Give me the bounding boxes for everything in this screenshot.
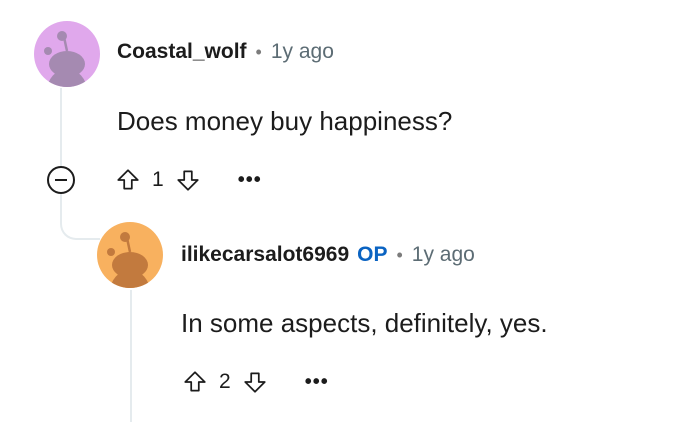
downvote-button[interactable] (241, 368, 269, 396)
upvote-arrow-icon (117, 169, 139, 190)
upvote-button[interactable] (114, 166, 142, 194)
downvote-arrow-icon (244, 372, 266, 393)
upvote-arrow-icon (184, 371, 206, 392)
more-options-icon[interactable]: ••• (238, 170, 262, 190)
timestamp[interactable]: 1y ago (412, 243, 475, 267)
vote-score: 1 (152, 168, 164, 191)
op-badge: OP (357, 243, 388, 266)
avatar[interactable] (97, 222, 163, 288)
reddit-snoo-avatar (97, 222, 163, 288)
comment-body: In some aspects, definitely, yes. (181, 308, 548, 338)
downvote-arrow-icon (177, 170, 199, 191)
comment-body: Does money buy happiness? (117, 106, 453, 136)
thread-connector (60, 194, 100, 240)
collapse-thread-button[interactable] (47, 166, 75, 194)
reddit-snoo-avatar (34, 21, 100, 87)
comment-meta: ilikecarsalot6969 OP • 1y ago (181, 243, 475, 267)
timestamp[interactable]: 1y ago (271, 40, 334, 64)
collapse-minus-icon (55, 179, 67, 181)
username[interactable]: Coastal_wolf (117, 40, 247, 64)
meta-separator: • (255, 41, 262, 62)
thread-line-reply (130, 290, 132, 422)
comment-actions: 1 ••• (114, 166, 262, 194)
username[interactable]: ilikecarsalot6969 (181, 243, 349, 267)
thread-line-parent (60, 88, 62, 166)
meta-separator: • (396, 244, 403, 265)
avatar[interactable] (34, 21, 100, 87)
vote-score: 2 (219, 370, 231, 393)
upvote-button[interactable] (181, 368, 209, 396)
comment-actions: 2 ••• (181, 368, 329, 396)
comment-meta: Coastal_wolf • 1y ago (117, 40, 334, 64)
downvote-button[interactable] (174, 166, 202, 194)
more-options-icon[interactable]: ••• (305, 372, 329, 392)
